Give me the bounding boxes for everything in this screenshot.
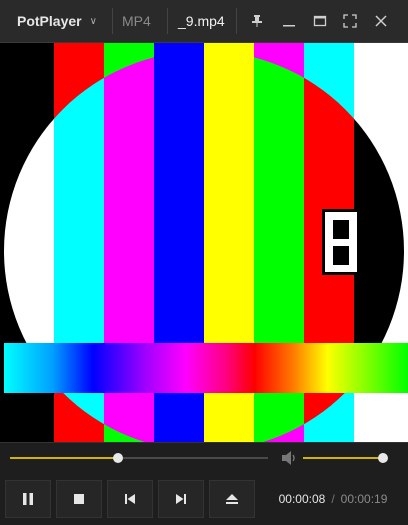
eject-icon — [226, 494, 238, 504]
seek-bar[interactable] — [10, 457, 268, 459]
fullscreen-button[interactable] — [335, 0, 365, 42]
volume-slider[interactable] — [303, 457, 383, 459]
stop-button[interactable] — [56, 480, 102, 518]
chevron-down-icon: ∨ — [89, 15, 97, 27]
next-icon — [176, 494, 186, 504]
pause-button[interactable] — [5, 480, 51, 518]
format-label: MP4 — [122, 13, 151, 29]
eject-button[interactable] — [209, 480, 255, 518]
time-display: 00:00:08 / 00:00:19 — [258, 480, 408, 518]
pin-button[interactable] — [242, 0, 272, 42]
fullscreen-icon — [343, 14, 357, 28]
volume-level — [303, 457, 383, 459]
maximize-icon — [313, 15, 327, 27]
previous-icon — [125, 494, 135, 504]
speaker-icon[interactable] — [281, 450, 299, 466]
seek-progress — [10, 457, 119, 459]
video-area[interactable]: 8 — [0, 43, 408, 442]
separator — [112, 8, 113, 34]
minimize-button[interactable] — [274, 0, 304, 42]
time-separator: / — [331, 492, 335, 506]
close-icon — [375, 15, 387, 27]
stop-icon — [74, 494, 84, 504]
volume-handle[interactable] — [378, 453, 388, 463]
close-button[interactable] — [366, 0, 396, 42]
pin-icon — [252, 15, 262, 27]
total-time: 00:00:19 — [340, 492, 388, 506]
seek-handle[interactable] — [113, 453, 124, 463]
file-name: _9.mp4 — [178, 13, 225, 29]
current-time: 00:00:08 — [278, 492, 326, 506]
previous-button[interactable] — [107, 480, 153, 518]
maximize-button[interactable] — [305, 0, 335, 42]
minimize-icon — [283, 25, 295, 27]
control-bar: 00:00:08 / 00:00:19 — [0, 472, 408, 525]
separator — [236, 8, 237, 34]
app-menu-button[interactable]: PotPlayer ∨ — [0, 0, 112, 42]
title-bar: PotPlayer ∨ MP4 _9.mp4 — [0, 0, 408, 43]
test-pattern — [0, 43, 408, 442]
pause-icon — [23, 493, 33, 505]
seek-bar-row — [0, 442, 408, 472]
separator — [167, 8, 168, 34]
app-name: PotPlayer — [17, 13, 82, 29]
next-button[interactable] — [158, 480, 204, 518]
